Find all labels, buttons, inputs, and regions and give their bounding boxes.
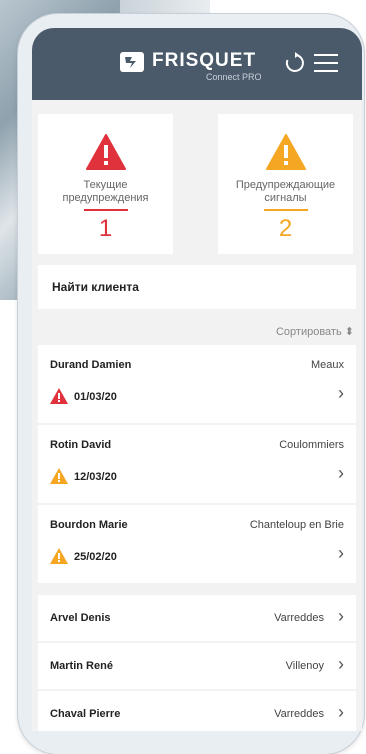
chevron-right-icon: ›	[338, 606, 344, 626]
client-name: Chaval Pierre	[50, 708, 121, 720]
client-name: Arvel Denis	[50, 612, 111, 624]
client-row[interactable]: Rotin David Coulommiers 12/03/20 ›	[38, 425, 356, 503]
app-screen: FRISQUET Connect PRO Текущие предупрежде…	[32, 28, 362, 731]
warning-signals-count: 2	[278, 215, 293, 242]
chevron-right-icon: ›	[338, 702, 344, 722]
client-city: Varreddes	[274, 708, 324, 720]
warning-signals-underline	[263, 209, 308, 211]
client-city: Meaux	[310, 359, 344, 371]
alerts-section: Текущие предупреждения 1 Предупреждающие…	[32, 100, 362, 275]
danger-triangle-icon	[50, 388, 68, 404]
client-city: Villenoy	[285, 660, 324, 672]
danger-triangle-icon	[85, 134, 126, 170]
client-row[interactable]: Durand Damien Meaux 01/03/20 ›	[38, 345, 356, 423]
client-alert-date: 25/02/20	[74, 551, 117, 563]
client-name: Martin René	[50, 660, 113, 672]
client-city: Coulommiers	[279, 439, 344, 451]
warning-signals-label: Предупреждающие сигналы	[235, 179, 336, 204]
sort-arrows-icon: ⬍	[344, 326, 354, 338]
chevron-right-icon: ›	[338, 463, 344, 483]
client-name: Rotin David	[50, 439, 112, 451]
refresh-icon[interactable]	[284, 52, 306, 74]
current-alerts-count: 1	[98, 215, 113, 242]
client-name: Bourdon Marie	[50, 519, 128, 531]
client-alert-date: 12/03/20	[74, 471, 117, 483]
find-client-button[interactable]: Найти клиента	[38, 265, 356, 309]
chevron-right-icon: ›	[338, 543, 344, 563]
client-row[interactable]: Martin René Villenoy ›	[38, 643, 356, 689]
app-header: FRISQUET Connect PRO	[32, 28, 362, 100]
client-city: Chanteloup en Brie	[249, 519, 344, 531]
chevron-right-icon: ›	[338, 654, 344, 674]
brand-name: FRISQUET	[152, 50, 257, 71]
current-alerts-underline	[83, 209, 128, 211]
client-name: Durand Damien	[50, 359, 132, 371]
frisquet-logo-icon	[120, 52, 144, 72]
warning-triangle-icon	[265, 134, 306, 170]
current-alerts-card[interactable]: Текущие предупреждения 1	[38, 114, 173, 254]
client-alert-date: 01/03/20	[74, 391, 117, 403]
current-alerts-label: Текущие предупреждения	[62, 179, 149, 204]
warning-triangle-icon	[50, 548, 68, 564]
warning-signals-card[interactable]: Предупреждающие сигналы 2	[218, 114, 353, 254]
client-row[interactable]: Arvel Denis Varreddes ›	[38, 595, 356, 641]
warning-triangle-icon	[50, 468, 68, 484]
brand-subtitle: Connect PRO	[206, 72, 262, 82]
chevron-right-icon: ›	[338, 383, 344, 403]
sort-label: Сортировать	[275, 326, 342, 338]
sort-button[interactable]: Сортировать ⬍	[276, 325, 354, 338]
client-city: Varreddes	[274, 612, 324, 624]
client-row[interactable]: Bourdon Marie Chanteloup en Brie 25/02/2…	[38, 505, 356, 583]
hamburger-menu-icon[interactable]	[314, 54, 338, 74]
client-row[interactable]: Chaval Pierre Varreddes ›	[38, 691, 356, 731]
